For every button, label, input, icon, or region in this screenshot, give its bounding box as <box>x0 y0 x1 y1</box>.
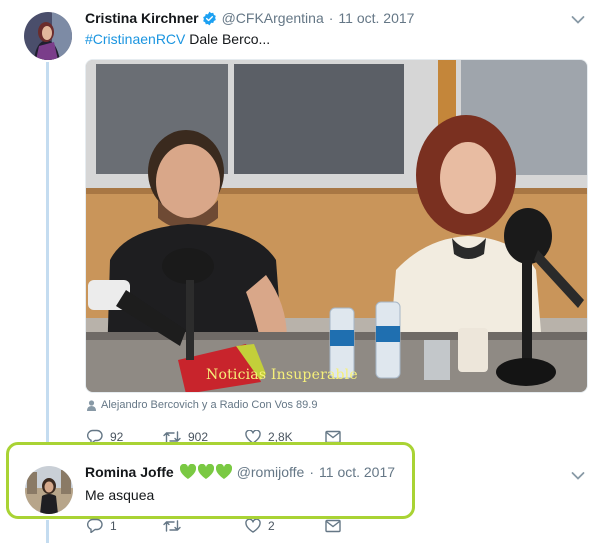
tweet-timestamp[interactable]: 11 oct. 2017 <box>338 10 414 26</box>
tweet-timestamp[interactable]: 11 oct. 2017 <box>319 464 395 480</box>
chevron-down-icon[interactable] <box>571 15 585 25</box>
like-count: 2 <box>268 518 275 533</box>
thread-connector-line <box>46 62 49 445</box>
tweet-actions: 1 2 <box>87 518 348 533</box>
author-name[interactable]: Cristina Kirchner <box>85 10 199 26</box>
reply-icon <box>87 518 103 533</box>
green-heart-icon <box>197 464 214 479</box>
like-button[interactable]: 2 <box>245 518 325 533</box>
name-emoji-hearts <box>179 464 232 480</box>
tagged-people-label: Alejandro Bercovich y a Radio Con Vos 89… <box>101 399 318 411</box>
tweet-text-body: Dale Berco... <box>185 31 271 47</box>
direct-message-button[interactable] <box>325 519 348 533</box>
verified-badge-icon <box>202 11 217 26</box>
chevron-down-icon[interactable] <box>571 471 585 481</box>
like-icon <box>245 518 261 533</box>
hashtag-link[interactable]: #CristinaenRCV <box>85 31 185 47</box>
tweet-header: Cristina Kirchner @CFKArgentina · 11 oct… <box>85 10 414 26</box>
photo-watermark: Noticias Insuperable <box>206 367 358 383</box>
author-handle[interactable]: @romijoffe <box>237 464 305 480</box>
message-icon <box>325 519 341 532</box>
thread-connector-line-bottom <box>46 520 49 543</box>
tweet-photo[interactable]: Noticias Insuperable <box>85 59 588 393</box>
author-handle[interactable]: @CFKArgentina <box>222 10 324 26</box>
avatar-romina-joffe[interactable] <box>25 466 73 514</box>
green-heart-icon <box>179 464 196 479</box>
tweet-text: Me asquea <box>85 487 155 503</box>
tagged-people[interactable]: Alejandro Bercovich y a Radio Con Vos 89… <box>87 399 317 411</box>
reply-button[interactable]: 1 <box>87 518 163 533</box>
tweet-text: #CristinaenRCV Dale Berco... <box>85 31 270 47</box>
retweet-button[interactable] <box>163 519 245 533</box>
tweet-header: Romina Joffe @romijoffe · 11 oct. 2017 <box>85 464 395 480</box>
avatar-cristina-kirchner[interactable] <box>24 12 72 60</box>
author-name[interactable]: Romina Joffe <box>85 464 174 480</box>
person-tag-icon <box>87 399 96 411</box>
separator-dot: · <box>309 464 315 480</box>
retweet-icon <box>163 519 181 532</box>
reply-count: 1 <box>110 518 117 533</box>
green-heart-icon <box>215 464 232 479</box>
separator-dot: · <box>328 10 334 26</box>
